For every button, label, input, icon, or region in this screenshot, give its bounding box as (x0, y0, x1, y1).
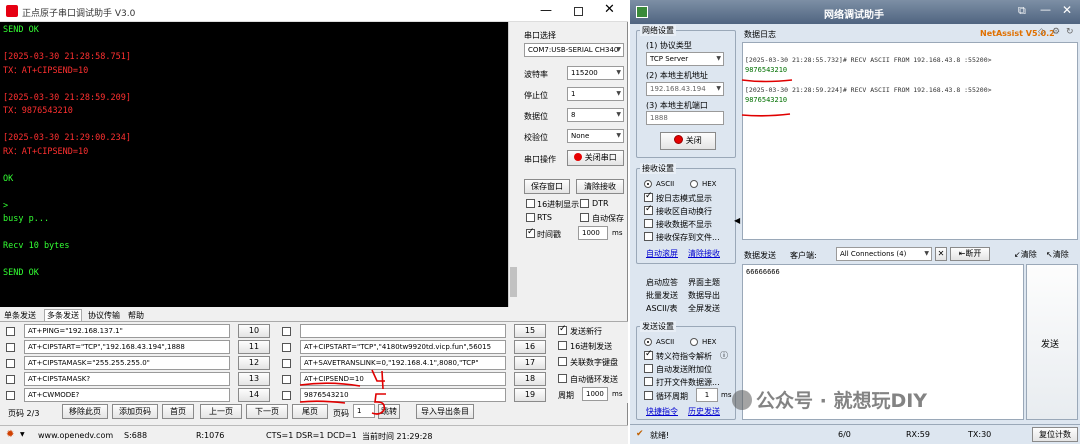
remove-client-button[interactable]: ✕ (935, 247, 947, 261)
clear-send-icon[interactable]: ↙清除 (1014, 249, 1037, 260)
client-select[interactable]: All Connections (4) (836, 247, 932, 261)
send-button[interactable]: 发送 (1026, 264, 1078, 420)
client-label: 客户端: (790, 251, 817, 260)
wechat-icon (732, 390, 752, 410)
reset-count-button[interactable]: 复位计数 (1032, 427, 1078, 442)
rx-count: RX:59 (906, 430, 930, 439)
right-status-bar: ✔ 就绪! 6/0 RX:59 TX:30 复位计数 (630, 424, 1080, 444)
net-assistant-window: 网络调试助手 ⧉ — ✕ 网络设置 (1) 协议类型 TCP Server (2… (630, 0, 1080, 444)
tx-count: TX:30 (968, 430, 992, 439)
clear-all-icon[interactable]: ↖清除 (1046, 249, 1069, 260)
packet-count: 6/0 (838, 430, 851, 439)
data-send-label: 数据发送 (744, 251, 776, 260)
watermark: 公众号 · 就想玩DIY (732, 386, 927, 413)
ready-icon: ✔ (636, 429, 644, 439)
serial-assistant-window: 正点原子串口调试助手 V3.0 — ✕ SEND OK [2025-03-30 2… (0, 0, 628, 444)
annotation-underlines (299, 369, 386, 415)
send-button-label: 发送 (1041, 340, 1060, 350)
disconnect-button[interactable]: ⇤断开 (950, 247, 990, 261)
ready-status: 就绪! (650, 431, 670, 440)
